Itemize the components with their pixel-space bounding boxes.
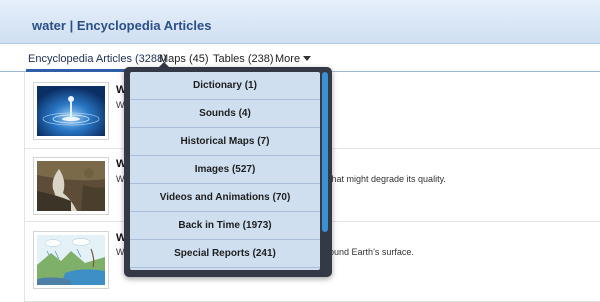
water-drop-image: [37, 86, 105, 136]
menu-item-special-reports[interactable]: Special Reports (241): [130, 240, 320, 268]
more-dropdown-menu: Dictionary (1) Sounds (4) Historical Map…: [124, 67, 332, 277]
menu-item-sounds[interactable]: Sounds (4): [130, 100, 320, 128]
menu-item-historical-maps[interactable]: Historical Maps (7): [130, 128, 320, 156]
tab-more[interactable]: More: [275, 53, 312, 65]
menu-item-dictionary[interactable]: Dictionary (1): [130, 72, 320, 100]
tab-encyclopedia-articles[interactable]: Encyclopedia Articles (3288): [28, 53, 167, 65]
dropdown-list: Dictionary (1) Sounds (4) Historical Map…: [130, 72, 320, 270]
menu-item-videos-and-animations[interactable]: Videos and Animations (70): [130, 184, 320, 212]
page-title: water | Encyclopedia Articles: [32, 18, 212, 33]
polluted-water-image: [37, 161, 105, 211]
article-description-continued: ound Earth’s surface.: [329, 247, 414, 257]
dropdown-scrollbar[interactable]: [322, 72, 328, 270]
article-thumbnail[interactable]: [33, 157, 109, 215]
water-cycle-diagram-image: [37, 235, 105, 285]
article-thumbnail[interactable]: [33, 82, 109, 140]
article-thumbnail[interactable]: [33, 231, 109, 289]
article-description-continued: that might degrade its quality.: [329, 174, 446, 184]
menu-item-back-in-time[interactable]: Back in Time (1973): [130, 212, 320, 240]
dropdown-arrow-icon: [303, 56, 312, 61]
tab-tables[interactable]: Tables (238): [213, 53, 274, 65]
menu-item-images[interactable]: Images (527): [130, 156, 320, 184]
tab-more-label: More: [275, 53, 301, 65]
header-bar: water | Encyclopedia Articles: [0, 0, 600, 44]
scrollbar-thumb[interactable]: [322, 72, 328, 232]
